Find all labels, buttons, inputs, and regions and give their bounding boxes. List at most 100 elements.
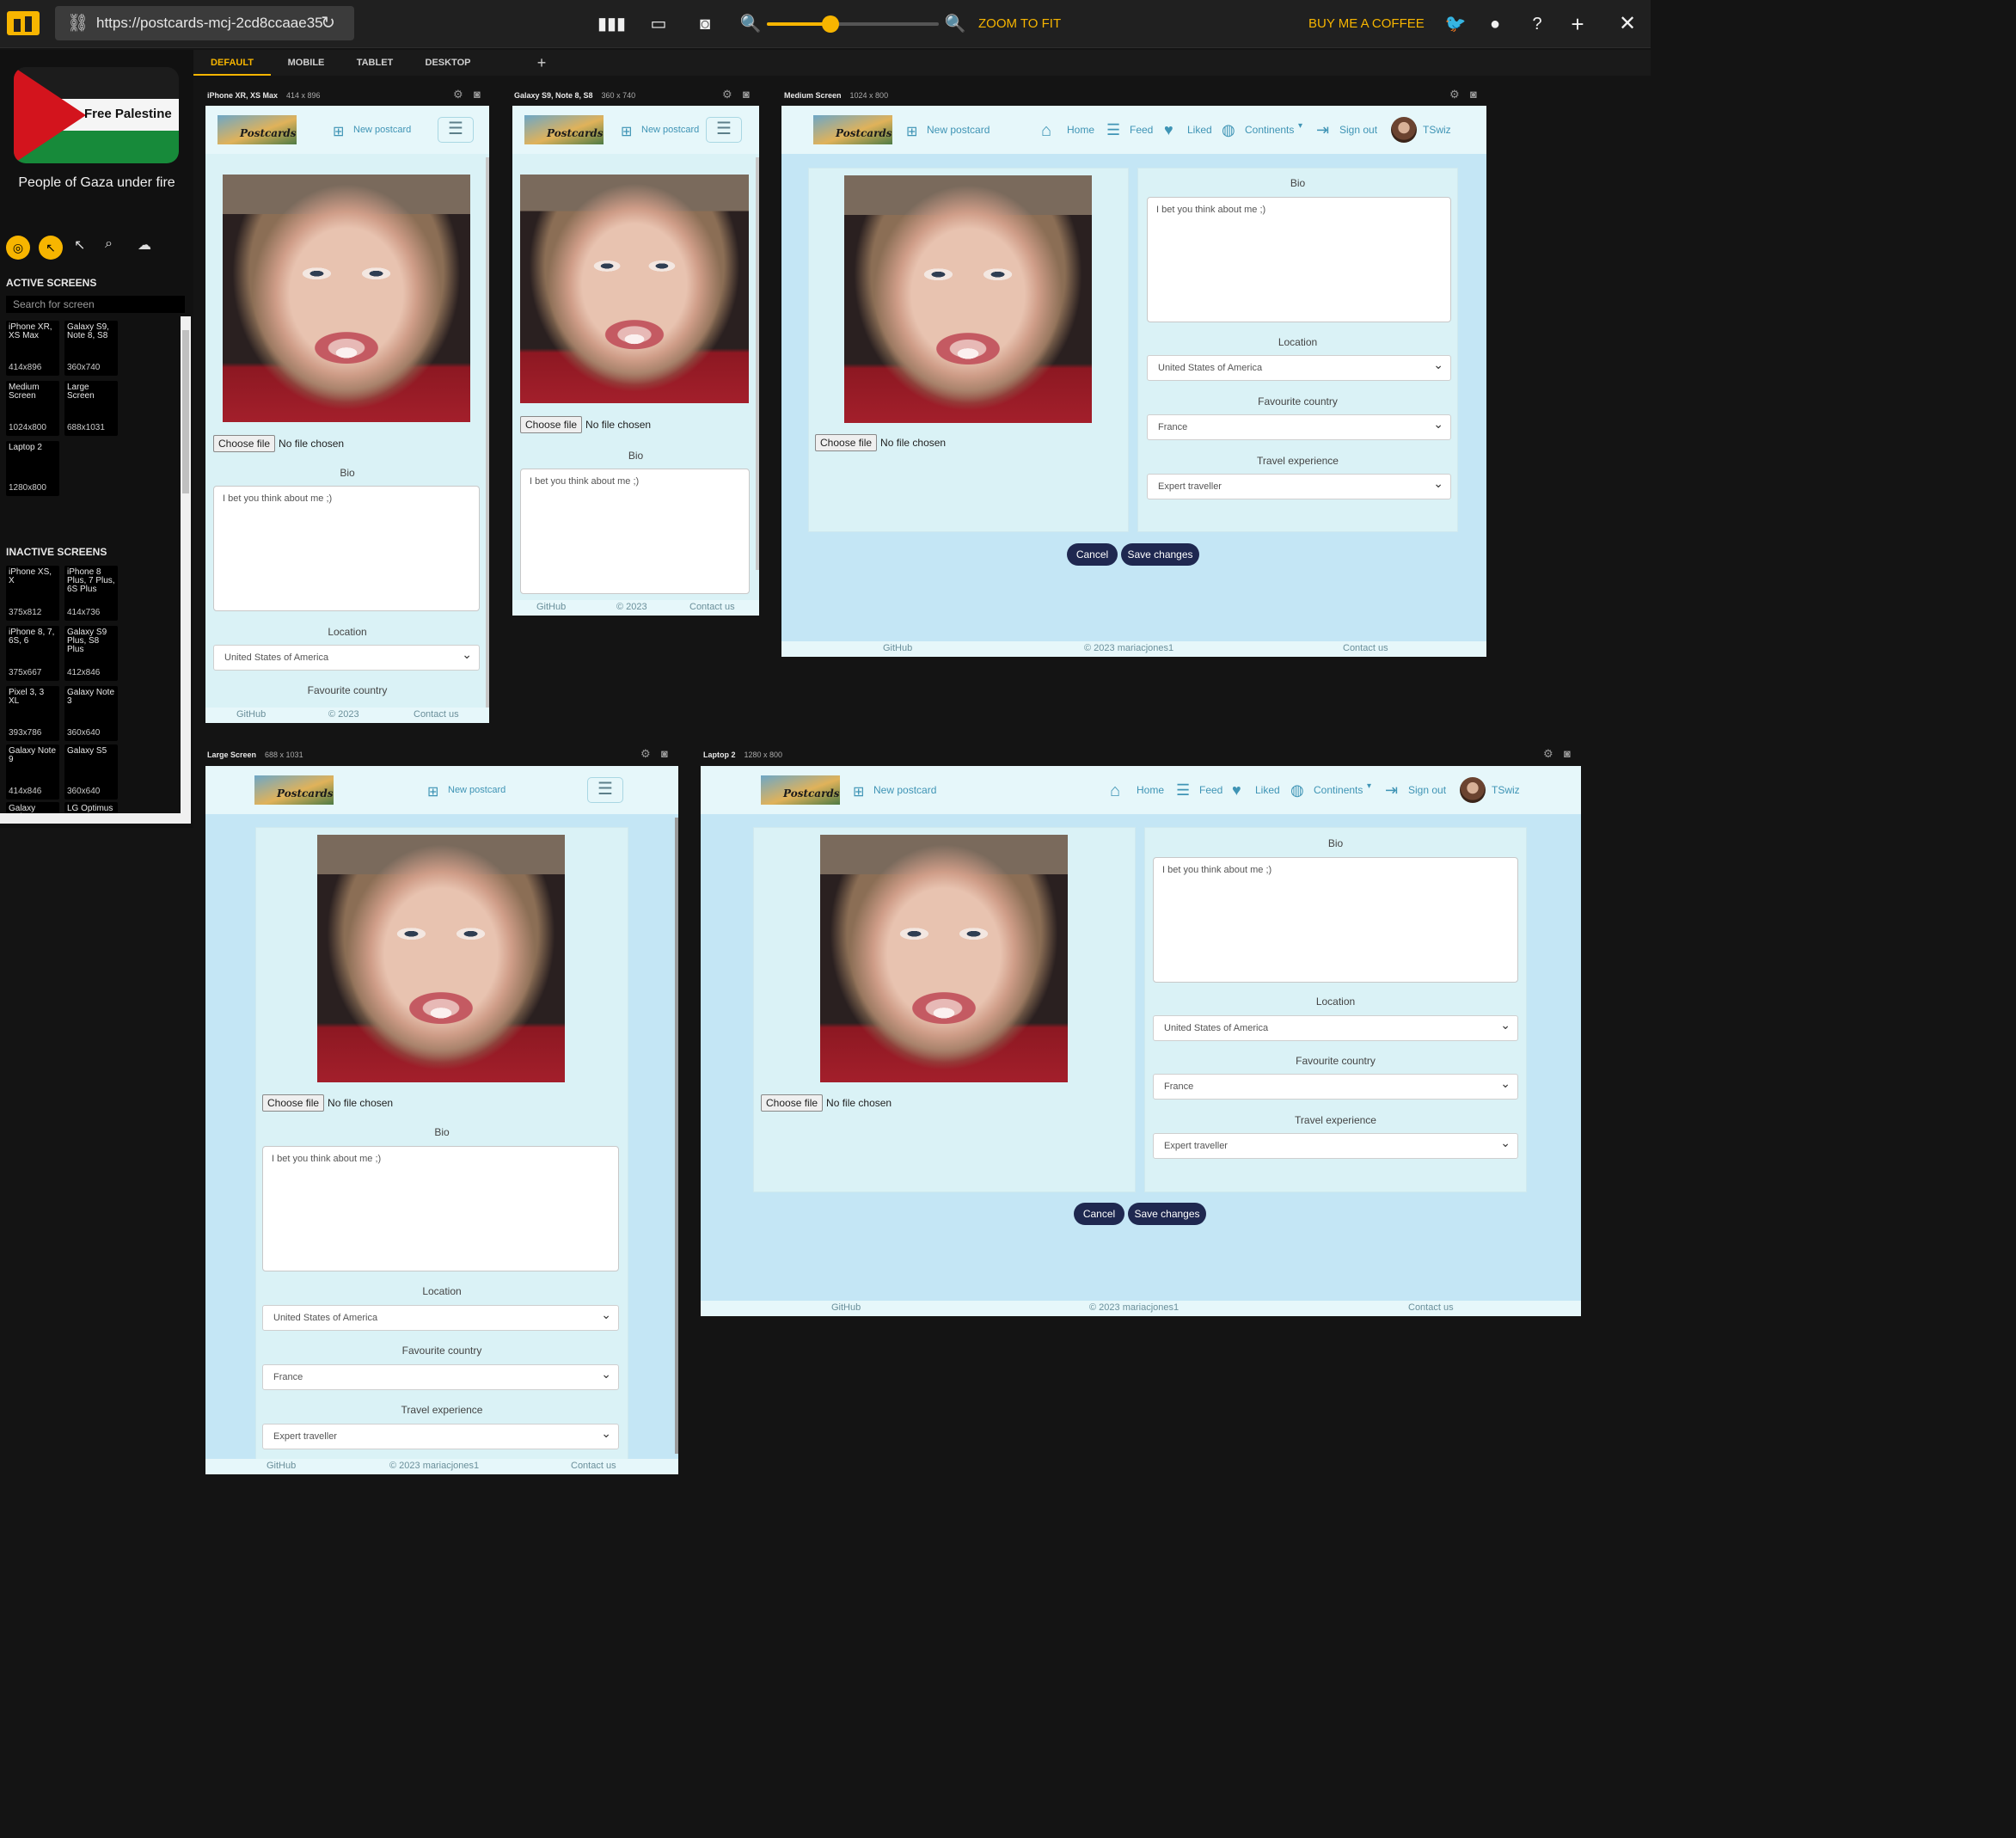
inactive-screen-card[interactable]: Galaxy S9 Plus, S8 Plus 412x846	[64, 626, 118, 681]
cancel-button[interactable]: Cancel	[1067, 543, 1118, 566]
contact-us-link[interactable]: Contact us	[1343, 643, 1388, 653]
bio-textarea[interactable]: I bet you think about me ;)	[1153, 857, 1518, 983]
device-scrollbar[interactable]	[675, 818, 678, 1454]
feed-link[interactable]: Feed	[1199, 784, 1222, 796]
sign-out-icon[interactable]: ⇥	[1316, 121, 1329, 139]
bio-textarea[interactable]: I bet you think about me ;)	[213, 486, 480, 611]
postcards-logo[interactable]: Postcards	[254, 775, 334, 805]
save-changes-button[interactable]: Save changes	[1128, 1203, 1206, 1225]
travel-experience-select[interactable]: Expert traveller	[262, 1421, 619, 1449]
twitter-icon[interactable]: 🐦	[1443, 0, 1468, 48]
plus-square-icon[interactable]: ⊞	[853, 783, 864, 800]
liked-link[interactable]: Liked	[1255, 784, 1280, 796]
home-link[interactable]: Home	[1067, 124, 1094, 136]
location-select[interactable]: United States of America	[262, 1302, 619, 1331]
active-screen-card[interactable]: Galaxy S9, Note 8, S8 360x740	[64, 321, 118, 376]
inactive-screen-card[interactable]: iPhone 8 Plus, 7 Plus, 6S Plus 414x736	[64, 566, 118, 621]
location-select[interactable]: United States of America	[1153, 1013, 1518, 1041]
contact-us-link[interactable]: Contact us	[1408, 1302, 1454, 1313]
travel-experience-select[interactable]: Expert traveller	[1153, 1130, 1518, 1159]
zoom-in-icon[interactable]: 🔍	[942, 0, 968, 48]
new-postcard-link[interactable]: New postcard	[873, 784, 936, 796]
inactive-screen-card[interactable]: Galaxy S5 360x640	[64, 744, 118, 800]
device-screenshot-icon[interactable]: ◙	[1470, 88, 1477, 101]
favourite-country-select[interactable]: France	[1147, 412, 1451, 440]
username-link[interactable]: TSwiz	[1492, 784, 1520, 796]
location-select[interactable]: United States of America	[213, 642, 480, 671]
feed-icon[interactable]: ☰	[1106, 121, 1120, 139]
github-link[interactable]: GitHub	[883, 643, 912, 653]
sign-out-link[interactable]: Sign out	[1408, 784, 1446, 796]
feed-icon[interactable]: ☰	[1176, 781, 1190, 800]
inactive-screen-card[interactable]: iPhone XS, X 375x812	[6, 566, 59, 621]
continents-dropdown[interactable]: Continents	[1314, 784, 1363, 796]
device-screenshot-icon[interactable]: ◙	[743, 88, 750, 101]
device-screenshot-icon[interactable]: ◙	[1564, 747, 1571, 760]
active-screen-card[interactable]: Laptop 2 1280x800	[6, 441, 59, 496]
device-settings-icon[interactable]: ⚙	[722, 88, 732, 101]
device-scrollbar[interactable]	[756, 157, 759, 570]
add-icon[interactable]: +	[1565, 0, 1590, 48]
device-settings-icon[interactable]: ⚙	[453, 88, 463, 101]
active-screen-card[interactable]: iPhone XR, XS Max 414x896	[6, 321, 59, 376]
username-link[interactable]: TSwiz	[1423, 124, 1451, 136]
camera-icon[interactable]: ◙	[692, 0, 718, 48]
github-icon[interactable]: ●	[1482, 0, 1508, 48]
bio-textarea[interactable]: I bet you think about me ;)	[520, 469, 750, 594]
zoom-slider-handle[interactable]	[822, 15, 839, 33]
postcards-logo[interactable]: Postcards	[813, 115, 892, 144]
palestine-flag-banner[interactable]: Free Palestine	[14, 67, 179, 163]
postcards-logo[interactable]: Postcards	[761, 775, 840, 805]
location-select[interactable]: United States of America	[1147, 352, 1451, 381]
reload-icon[interactable]: ↻	[321, 6, 335, 40]
hamburger-menu-button[interactable]: ☰	[706, 117, 742, 143]
file-input[interactable]: Choose file No file chosen	[213, 435, 344, 452]
cloud-download-icon[interactable]: ☁	[138, 236, 151, 254]
inactive-screen-card[interactable]: iPhone 8, 7, 6S, 6 375x667	[6, 626, 59, 681]
plus-square-icon[interactable]: ⊞	[906, 123, 917, 140]
save-changes-button[interactable]: Save changes	[1121, 543, 1199, 566]
device-settings-icon[interactable]: ⚙	[1449, 88, 1460, 101]
contact-us-link[interactable]: Contact us	[414, 709, 459, 720]
github-link[interactable]: GitHub	[267, 1461, 296, 1471]
home-icon[interactable]: ⌂	[1110, 781, 1120, 801]
cursor-icon[interactable]: ↖	[74, 236, 85, 254]
globe-icon[interactable]: ◍	[1290, 781, 1304, 800]
file-input[interactable]: Choose file No file chosen	[520, 416, 651, 433]
file-input[interactable]: Choose file No file chosen	[815, 434, 946, 451]
sidebar-scrollbar[interactable]	[181, 316, 191, 813]
search-icon[interactable]: ⌕	[105, 236, 113, 252]
device-layout-icon[interactable]: ▮▮▮	[597, 0, 626, 48]
home-icon[interactable]: ⌂	[1041, 121, 1051, 141]
cancel-button[interactable]: Cancel	[1074, 1203, 1124, 1225]
inactive-screen-card[interactable]: Galaxy Note 9 414x846	[6, 744, 59, 800]
file-input[interactable]: Choose file No file chosen	[761, 1094, 892, 1112]
device-scrollbar[interactable]	[486, 157, 489, 708]
zoom-to-fit-button[interactable]: ZOOM TO FIT	[978, 0, 1064, 48]
postcards-logo[interactable]: Postcards	[524, 115, 604, 144]
favourite-country-select[interactable]: France	[1153, 1071, 1518, 1100]
buy-me-a-coffee-link[interactable]: BUY ME A COFFEE	[1308, 0, 1429, 48]
new-postcard-link[interactable]: New postcard	[353, 124, 411, 136]
hamburger-menu-button[interactable]: ☰	[587, 777, 623, 803]
continents-dropdown[interactable]: Continents	[1245, 124, 1294, 136]
travel-experience-select[interactable]: Expert traveller	[1147, 471, 1451, 499]
device-settings-icon[interactable]: ⚙	[640, 747, 651, 761]
sidebar-horizontal-scrollbar[interactable]	[0, 813, 191, 824]
new-postcard-link[interactable]: New postcard	[448, 784, 506, 796]
feed-link[interactable]: Feed	[1130, 124, 1153, 136]
avatar[interactable]	[1460, 777, 1486, 803]
github-link[interactable]: GitHub	[831, 1302, 861, 1313]
help-icon[interactable]: ?	[1524, 0, 1550, 48]
sign-out-icon[interactable]: ⇥	[1385, 781, 1398, 800]
app-logo-icon[interactable]	[7, 11, 40, 35]
rotate-icon[interactable]: ▭	[646, 0, 671, 48]
zoom-out-icon[interactable]: 🔍	[738, 0, 763, 48]
tab-desktop[interactable]: DESKTOP	[414, 50, 482, 76]
file-input[interactable]: Choose file No file chosen	[262, 1094, 393, 1112]
plus-square-icon[interactable]: ⊞	[621, 123, 632, 140]
home-link[interactable]: Home	[1137, 784, 1164, 796]
add-tab-icon[interactable]: +	[529, 50, 555, 76]
bio-textarea[interactable]: I bet you think about me ;)	[1147, 197, 1451, 322]
inspect-mode-icon[interactable]: ◎	[6, 236, 30, 260]
